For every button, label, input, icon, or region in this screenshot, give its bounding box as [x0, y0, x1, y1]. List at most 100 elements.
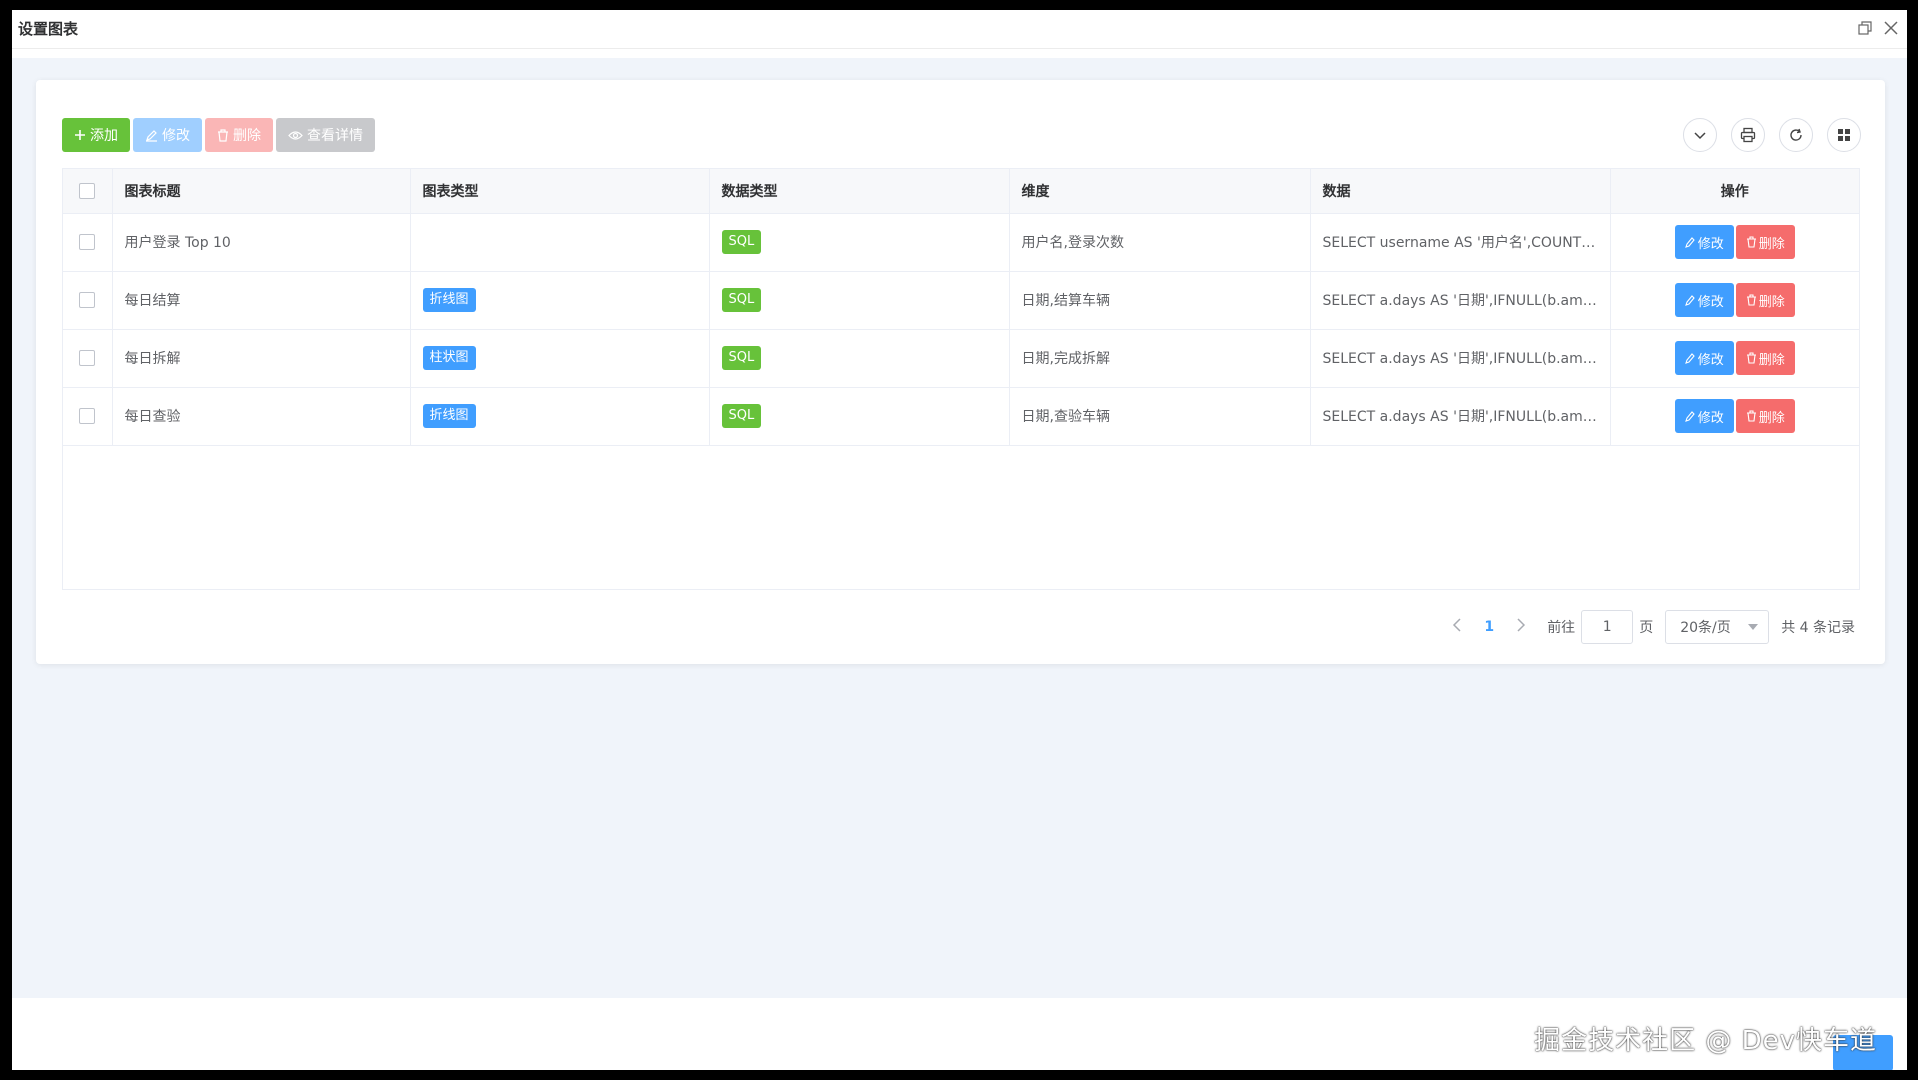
- cell-dimension: 日期,结算车辆: [1009, 271, 1311, 330]
- eye-icon: [288, 130, 303, 140]
- chevron-down-icon[interactable]: [1683, 118, 1717, 152]
- edit-icon: [1684, 411, 1695, 422]
- title-bar: 设置图表: [12, 10, 1907, 49]
- row-delete-label: 删除: [1758, 410, 1785, 426]
- view-detail-label: 查看详情: [307, 128, 363, 144]
- dialog-window: 设置图表 添加 修改 删除 查看详情 图表标题 图表类型 数据类型 维度 数据 …: [12, 10, 1907, 1070]
- select-all-cell: [63, 169, 113, 214]
- cell-data: SELECT username AS '用户名',COUNT(i...: [1310, 213, 1611, 272]
- row-delete-button[interactable]: 删除: [1735, 399, 1795, 433]
- delete-button[interactable]: 删除: [205, 118, 273, 152]
- row-delete-label: 删除: [1758, 236, 1785, 252]
- cell-dimension: 日期,完成拆解: [1009, 329, 1311, 388]
- view-detail-button[interactable]: 查看详情: [276, 118, 375, 152]
- row-edit-label: 修改: [1697, 352, 1724, 368]
- cell-data-type: SQL: [709, 387, 1010, 446]
- printer-icon[interactable]: [1731, 118, 1765, 152]
- refresh-icon[interactable]: [1779, 118, 1813, 152]
- row-select-cell: [63, 329, 113, 388]
- row-delete-button[interactable]: 删除: [1735, 341, 1795, 375]
- restore-icon[interactable]: [1853, 16, 1877, 40]
- cell-title: 用户登录 Top 10: [112, 213, 411, 272]
- cell-actions: 修改 删除: [1610, 329, 1859, 388]
- row-checkbox[interactable]: [79, 408, 96, 424]
- cell-actions: 修改 删除: [1610, 271, 1859, 330]
- chart-settings-card: 添加 修改 删除 查看详情 图表标题 图表类型 数据类型 维度 数据 操作 用户…: [36, 80, 1885, 664]
- table-header-row: 图表标题 图表类型 数据类型 维度 数据 操作: [63, 169, 1859, 214]
- table-row[interactable]: 每日拆解 柱状图 SQL 日期,完成拆解 SELECT a.days AS '日…: [63, 329, 1859, 388]
- edit-icon: [1684, 237, 1695, 248]
- data-type-tag: SQL: [721, 346, 762, 370]
- table-tools: [1683, 118, 1861, 152]
- cell-data: SELECT a.days AS '日期',IFNULL(b.amou...: [1310, 329, 1611, 388]
- data-table: 图表标题 图表类型 数据类型 维度 数据 操作 用户登录 Top 10 SQL: [62, 168, 1860, 590]
- trash-icon: [1746, 236, 1756, 248]
- row-select-cell: [63, 213, 113, 272]
- caret-down-icon: [1748, 624, 1759, 630]
- row-delete-label: 删除: [1758, 294, 1785, 310]
- edit-icon: [1684, 295, 1695, 306]
- edit-button[interactable]: 修改: [133, 118, 202, 152]
- cell-chart-type: 折线图: [410, 271, 710, 330]
- chart-type-tag: 柱状图: [422, 346, 476, 370]
- chart-type-tag: 折线图: [422, 288, 476, 312]
- cell-data: SELECT a.days AS '日期',IFNULL(b.amou...: [1310, 271, 1611, 330]
- select-all-checkbox[interactable]: [79, 182, 96, 199]
- row-delete-label: 删除: [1758, 352, 1785, 368]
- cell-actions: 修改 删除: [1610, 387, 1859, 446]
- action-toolbar: 添加 修改 删除 查看详情: [62, 118, 375, 152]
- watermark-text: 掘金技术社区 @ Dev快车道: [1534, 1026, 1877, 1056]
- cell-data-type: SQL: [709, 271, 1010, 330]
- cell-title: 每日查验: [112, 387, 411, 446]
- row-edit-button[interactable]: 修改: [1674, 283, 1734, 317]
- cell-dimension: 日期,查验车辆: [1009, 387, 1311, 446]
- table-row[interactable]: 每日结算 折线图 SQL 日期,结算车辆 SELECT a.days AS '日…: [63, 271, 1859, 330]
- table-row[interactable]: 用户登录 Top 10 SQL 用户名,登录次数 SELECT username…: [63, 213, 1859, 272]
- row-checkbox[interactable]: [79, 234, 96, 250]
- add-button-label: 添加: [90, 128, 118, 144]
- page-size-select[interactable]: 20条/页: [1665, 610, 1770, 644]
- row-delete-button[interactable]: 删除: [1735, 283, 1795, 317]
- trash-icon: [1746, 294, 1756, 306]
- row-checkbox[interactable]: [79, 350, 96, 366]
- row-edit-button[interactable]: 修改: [1674, 225, 1734, 259]
- edit-icon: [146, 129, 157, 142]
- header-data-type[interactable]: 数据类型: [709, 169, 1010, 214]
- page-size-value: 20条/页: [1680, 620, 1731, 636]
- page-number[interactable]: 1: [1469, 619, 1509, 635]
- table-row[interactable]: 每日查验 折线图 SQL 日期,查验车辆 SELECT a.days AS '日…: [63, 387, 1859, 446]
- row-edit-label: 修改: [1697, 294, 1724, 310]
- add-button[interactable]: 添加: [62, 118, 130, 152]
- cell-data-type: SQL: [709, 213, 1010, 272]
- cell-chart-type: 柱状图: [410, 329, 710, 388]
- goto-page-input[interactable]: [1581, 610, 1634, 644]
- data-type-tag: SQL: [721, 288, 762, 312]
- row-edit-button[interactable]: 修改: [1674, 341, 1734, 375]
- header-data[interactable]: 数据: [1310, 169, 1611, 214]
- chart-type-tag: 折线图: [422, 404, 476, 428]
- cell-chart-type: 折线图: [410, 387, 710, 446]
- cell-dimension: 用户名,登录次数: [1009, 213, 1311, 272]
- edit-icon: [1684, 353, 1695, 364]
- window-title: 设置图表: [18, 20, 79, 38]
- header-dimension[interactable]: 维度: [1009, 169, 1311, 214]
- row-edit-label: 修改: [1697, 236, 1724, 252]
- next-page-icon[interactable]: [1509, 618, 1533, 636]
- header-chart-type[interactable]: 图表类型: [410, 169, 710, 214]
- cell-actions: 修改 删除: [1610, 213, 1859, 272]
- row-checkbox[interactable]: [79, 292, 96, 308]
- grid-columns-icon[interactable]: [1827, 118, 1861, 152]
- row-select-cell: [63, 271, 113, 330]
- row-delete-button[interactable]: 删除: [1735, 225, 1795, 259]
- row-select-cell: [63, 387, 113, 446]
- prev-page-icon[interactable]: [1445, 618, 1469, 636]
- close-icon[interactable]: [1879, 16, 1903, 40]
- row-edit-button[interactable]: 修改: [1674, 399, 1734, 433]
- cell-data-type: SQL: [709, 329, 1010, 388]
- header-chart-title[interactable]: 图表标题: [112, 169, 411, 214]
- cell-title: 每日拆解: [112, 329, 411, 388]
- goto-label: 前往: [1547, 620, 1576, 636]
- cell-chart-type: [410, 213, 710, 272]
- total-records: 共 4 条记录: [1781, 620, 1855, 636]
- data-type-tag: SQL: [721, 230, 762, 254]
